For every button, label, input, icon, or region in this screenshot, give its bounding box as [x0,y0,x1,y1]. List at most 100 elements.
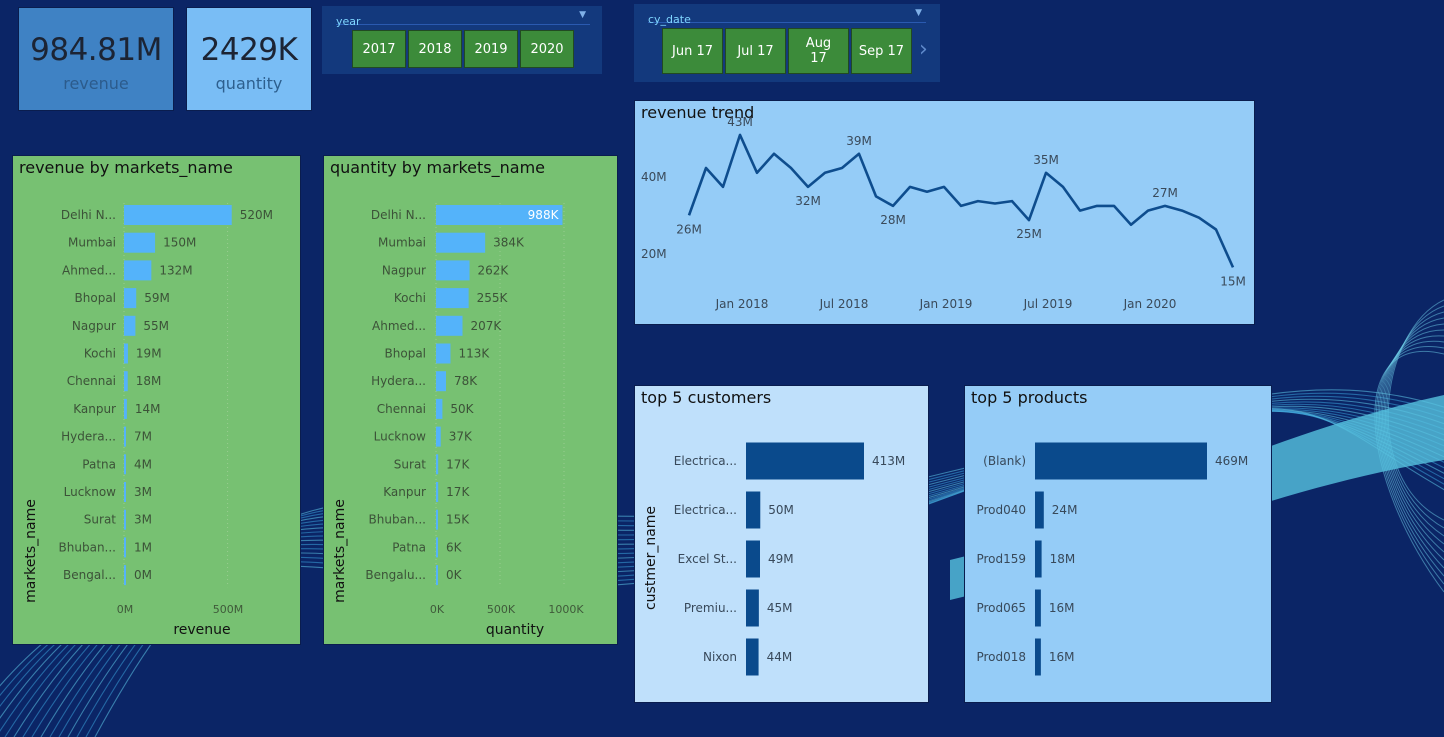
kpi-revenue-value: 984.81M [30,32,162,68]
bar[interactable] [436,454,439,475]
bar[interactable] [436,232,486,253]
date-tile-aug17[interactable]: Aug 17 [788,28,849,74]
category-label: Electrica... [674,503,737,517]
year-tile-2017[interactable]: 2017 [352,30,406,68]
quantity-by-market-xlabel: quantity [486,622,544,638]
bar[interactable] [124,343,128,364]
bar[interactable] [124,232,156,253]
date-tile-jul17[interactable]: Jul 17 [725,28,786,74]
quantity-by-market-panel: quantity by markets_name markets_name qu… [323,155,618,645]
top-customers-panel: top 5 customers custmer_name Electrica..… [634,385,929,703]
category-label: Excel St... [678,552,737,566]
bar[interactable] [124,288,137,309]
category-label: Nixon [703,650,737,664]
bar[interactable] [1035,589,1041,627]
revenue-trend-panel: revenue trend 40M 20M Jan 2018 Jul 2018 … [634,100,1255,325]
year-tile-2018[interactable]: 2018 [408,30,462,68]
bar[interactable] [124,565,126,586]
bar[interactable] [436,260,470,281]
data-label: 4M [134,457,152,471]
bar[interactable] [436,565,438,586]
data-label: 262K [478,263,510,277]
bar[interactable] [436,315,463,336]
bar[interactable] [1035,540,1042,578]
bar[interactable] [746,589,759,627]
year-tile-2019[interactable]: 2019 [464,30,518,68]
bar[interactable] [746,442,864,480]
bar[interactable] [124,315,136,336]
point-label: 39M [846,134,872,148]
bar[interactable] [436,482,439,502]
chevron-down-icon[interactable]: ▼ [579,10,586,20]
category-label: Mumbai [68,236,116,250]
category-label: Lucknow [374,430,427,444]
date-tile-jun17[interactable]: Jun 17 [662,28,723,74]
data-label: 413M [872,454,905,468]
category-label: Hydera... [371,374,426,388]
data-label: 520M [240,208,273,222]
bar[interactable] [124,398,127,419]
data-label: 44M [767,650,793,664]
date-slicer-header[interactable]: cy_date ▼ [648,8,926,26]
data-label: 18M [1050,552,1076,566]
trend-xtick-jul2018: Jul 2018 [819,297,869,311]
trend-ytick-40m: 40M [641,170,667,184]
bar[interactable] [436,371,446,392]
chevron-down-icon[interactable]: ▼ [915,8,922,18]
category-label: Bengalu... [365,568,426,582]
bar[interactable] [436,343,451,364]
bar[interactable] [124,260,152,281]
bar[interactable] [124,482,126,502]
data-label: 469M [1215,454,1248,468]
date-tile-sep17[interactable]: Sep 17 [851,28,912,74]
bar[interactable] [436,398,443,419]
bar[interactable] [1035,638,1041,676]
bar[interactable] [436,509,438,530]
bar[interactable] [1035,491,1044,529]
data-label: 1M [134,540,152,554]
bar[interactable] [436,288,469,309]
data-label: 3M [134,485,152,499]
data-label: 3M [134,513,152,527]
bar[interactable] [436,426,441,447]
data-label: 49M [768,552,794,566]
category-label: Electrica... [674,454,737,468]
kpi-quantity-label: quantity [215,74,283,93]
bar[interactable] [124,454,126,475]
data-label: 132M [159,263,192,277]
category-label: Chennai [377,402,426,416]
category-label: Prod040 [976,503,1026,517]
bar[interactable] [124,205,232,225]
bar[interactable] [436,537,438,558]
data-label: 17K [446,457,470,471]
data-label: 7M [134,430,152,444]
bar[interactable] [124,509,126,530]
year-slicer-header[interactable]: year ▼ [336,10,590,28]
bar[interactable] [746,638,759,676]
trend-ytick-20m: 20M [641,247,667,261]
bar[interactable] [1035,442,1207,480]
bar[interactable] [746,540,760,578]
data-label: 18M [136,374,162,388]
bar[interactable] [124,426,126,447]
revenue-tick-0: 0M [117,603,134,616]
category-label: Surat [394,457,427,471]
year-slicer: year ▼ 2017 2018 2019 2020 [322,6,602,74]
data-label: 17K [446,485,470,499]
category-label: Bhuban... [369,513,426,527]
chevron-right-icon[interactable]: › [919,37,928,62]
bar[interactable] [746,491,761,529]
data-label: 50K [450,402,474,416]
data-label: 150M [163,236,196,250]
category-label: Kanpur [73,402,116,416]
bar[interactable] [124,371,128,392]
point-label: 35M [1033,153,1059,167]
data-label: 55M [143,319,169,333]
data-label: 15K [446,513,470,527]
revenue-by-market-ylabel: markets_name [23,499,39,603]
year-tile-2020[interactable]: 2020 [520,30,574,68]
revenue-trend-line[interactable] [687,133,1235,268]
bar[interactable] [124,537,126,558]
category-label: Nagpur [382,263,426,277]
category-label: Kochi [394,291,426,305]
